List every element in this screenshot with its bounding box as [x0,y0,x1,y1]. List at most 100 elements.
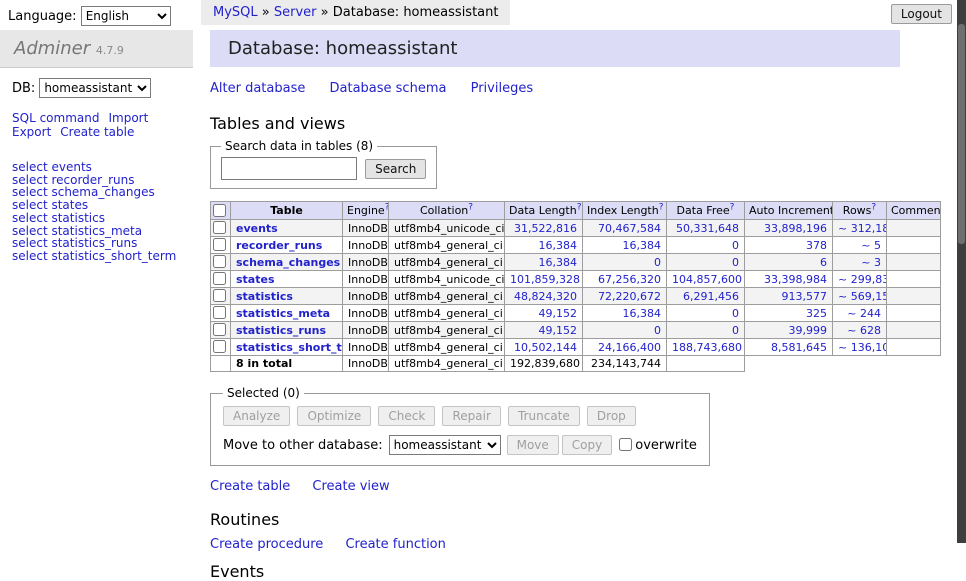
data-free-link[interactable]: 50,331,648 [676,222,739,235]
copy-button[interactable]: Copy [562,435,612,455]
language-select[interactable]: English [81,6,171,26]
row-checkbox[interactable] [213,306,226,319]
sidebar: Adminer 4.7.9 DB:homeassistant SQL comma… [0,30,193,275]
rows-link[interactable]: ~ 312,180 [838,222,887,235]
move-database-select[interactable]: homeassistant [389,435,501,455]
logout-button[interactable]: Logout [891,4,952,24]
data-length-link[interactable]: 16,384 [539,239,578,252]
data-length-link[interactable]: 48,824,320 [514,290,577,303]
create-function-link[interactable]: Create function [345,537,445,552]
sidebar-select-link[interactable]: select states [12,199,181,212]
auto-increment-link[interactable]: 39,999 [789,324,828,337]
auto-increment-link[interactable]: 378 [806,239,827,252]
table-name-link[interactable]: statistics_runs [236,324,326,337]
rows-link[interactable]: ~ 299,833 [838,273,887,286]
column-help-link[interactable]: ? [871,202,876,212]
drop-button[interactable]: Drop [587,406,636,426]
truncate-button[interactable]: Truncate [508,406,580,426]
comment-cell [887,254,941,271]
table-name-link[interactable]: statistics_meta [236,307,330,320]
overwrite-checkbox[interactable] [619,438,632,451]
data-length-link[interactable]: 16,384 [539,256,578,269]
column-help-link[interactable]: ? [659,202,664,212]
row-checkbox[interactable] [213,289,226,302]
data-length-link[interactable]: 49,152 [539,324,578,337]
move-button[interactable]: Move [507,435,559,455]
column-help-link[interactable]: ? [385,202,389,212]
sidebar-link-import[interactable]: Import [108,112,148,126]
auto-increment-link[interactable]: 325 [806,307,827,320]
row-checkbox[interactable] [213,255,226,268]
index-length-link[interactable]: 16,384 [623,307,662,320]
table-name-link[interactable]: recorder_runs [236,239,322,252]
repair-button[interactable]: Repair [442,406,500,426]
table-name-link[interactable]: statistics_short_term [236,341,343,354]
rows-link[interactable]: ~ 5 [861,239,881,252]
data-length-link[interactable]: 10,502,144 [514,341,577,354]
index-length-link[interactable]: 0 [654,256,661,269]
rows-link[interactable]: ~ 136,108 [838,341,887,354]
data-length-link[interactable]: 101,859,328 [510,273,580,286]
column-help-link[interactable]: ? [730,202,735,212]
analyze-button[interactable]: Analyze [223,406,290,426]
row-checkbox[interactable] [213,221,226,234]
table-name-link[interactable]: statistics [236,290,293,303]
column-help-link[interactable]: ? [468,202,473,212]
index-length-link[interactable]: 0 [654,324,661,337]
data-free-link[interactable]: 6,291,456 [683,290,739,303]
rows-link[interactable]: ~ 569,159 [838,290,887,303]
row-checkbox[interactable] [213,238,226,251]
sidebar-link-export[interactable]: Export [12,126,51,140]
database-schema-link[interactable]: Database schema [330,81,447,96]
create-procedure-link[interactable]: Create procedure [210,537,323,552]
scrollbar-track[interactable] [957,0,966,543]
table-name-link[interactable]: schema_changes [236,256,340,269]
collation-cell: utf8mb4_general_ci [389,288,505,305]
breadcrumb-mysql-link[interactable]: MySQL [213,5,258,20]
check-button[interactable]: Check [378,406,435,426]
scrollbar-thumb[interactable] [958,24,965,244]
alter-database-link[interactable]: Alter database [210,81,305,96]
sidebar-select-link[interactable]: select statistics [12,212,181,225]
auto-increment-link[interactable]: 8,581,645 [771,341,827,354]
data-free-link[interactable]: 0 [732,239,739,252]
table-name-link[interactable]: states [236,273,275,286]
auto-increment-link[interactable]: 6 [820,256,827,269]
data-free-link[interactable]: 0 [732,256,739,269]
table-name-link[interactable]: events [236,222,278,235]
row-checkbox[interactable] [213,272,226,285]
sidebar-link-create-table[interactable]: Create table [60,126,134,140]
data-free-link[interactable]: 104,857,600 [672,273,742,286]
index-length-link[interactable]: 72,220,672 [598,290,661,303]
create-view-link[interactable]: Create view [312,479,389,494]
data-length-link[interactable]: 49,152 [539,307,578,320]
privileges-link[interactable]: Privileges [471,81,534,96]
index-length-link[interactable]: 70,467,584 [598,222,661,235]
auto-increment-link[interactable]: 33,398,984 [764,273,827,286]
index-length-link[interactable]: 24,166,400 [598,341,661,354]
db-select[interactable]: homeassistant [39,78,151,98]
sidebar-select-link[interactable]: select statistics_short_term [12,250,181,263]
optimize-button[interactable]: Optimize [297,406,371,426]
select-all-checkbox[interactable] [213,204,226,217]
data-free-link[interactable]: 0 [732,307,739,320]
search-button[interactable]: Search [365,159,426,179]
index-length-link[interactable]: 67,256,320 [598,273,661,286]
data-free-link[interactable]: 0 [732,324,739,337]
create-table-link[interactable]: Create table [210,479,290,494]
column-help-link[interactable]: ? [577,202,582,212]
sidebar-select-link[interactable]: select events [12,161,181,174]
search-input[interactable] [221,157,357,180]
rows-link[interactable]: ~ 3 [861,256,881,269]
sidebar-link-sql-command[interactable]: SQL command [12,112,99,126]
auto-increment-link[interactable]: 33,898,196 [764,222,827,235]
auto-increment-link[interactable]: 913,577 [782,290,828,303]
rows-link[interactable]: ~ 244 [847,307,881,320]
data-length-link[interactable]: 31,522,816 [514,222,577,235]
row-checkbox[interactable] [213,340,226,353]
data-free-link[interactable]: 188,743,680 [672,341,742,354]
rows-link[interactable]: ~ 628 [847,324,881,337]
row-checkbox[interactable] [213,323,226,336]
index-length-link[interactable]: 16,384 [623,239,662,252]
breadcrumb-server-link[interactable]: Server [274,5,317,20]
